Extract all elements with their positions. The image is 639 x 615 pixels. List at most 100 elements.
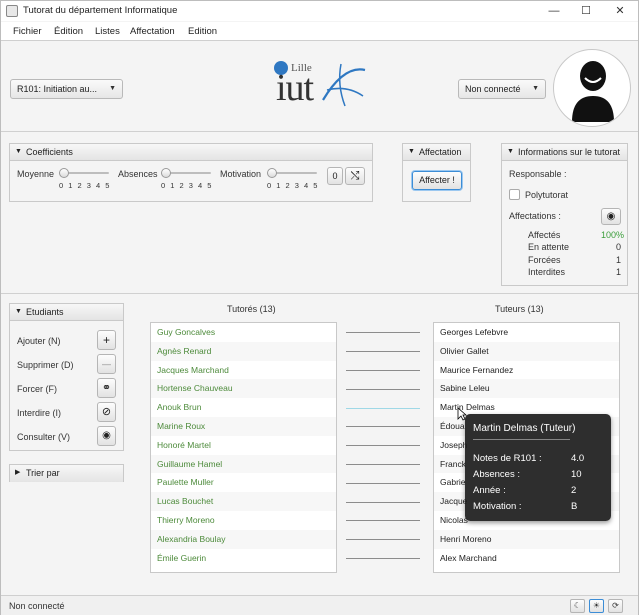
collapse-icon: ▼ bbox=[507, 148, 514, 155]
refresh-icon[interactable]: ⟳ bbox=[608, 599, 623, 613]
coefficients-header[interactable]: ▼ Coefficients bbox=[10, 144, 372, 161]
stat-value-interdites: 1 bbox=[616, 267, 622, 277]
trier-header[interactable]: ▶ Trier par bbox=[10, 465, 123, 482]
tutore-item[interactable]: Hortense Chauveau bbox=[151, 379, 336, 399]
tooltip-value: 2 bbox=[571, 485, 577, 496]
tutore-item[interactable]: Émile Guerin bbox=[151, 549, 336, 568]
assignment-line bbox=[346, 520, 420, 521]
action-label-interdire: Interdire (I) bbox=[17, 408, 62, 418]
chevron-down-icon: ▼ bbox=[109, 85, 116, 92]
status-text: Non connecté bbox=[9, 601, 65, 611]
tutore-item[interactable]: Lucas Bouchet bbox=[151, 492, 336, 511]
menu-affectation[interactable]: Affectation bbox=[130, 26, 175, 37]
trier-panel[interactable]: ▶ Trier par bbox=[9, 464, 124, 482]
eye-icon[interactable]: ◉ bbox=[601, 208, 621, 225]
collapse-icon: ▼ bbox=[15, 148, 22, 155]
maximize-button[interactable]: ☐ bbox=[571, 2, 601, 20]
tutore-item[interactable]: Thierry Moreno bbox=[151, 511, 336, 530]
stat-label-affectes: Affectés bbox=[528, 230, 561, 240]
light-mode-icon[interactable]: ☀ bbox=[589, 599, 604, 613]
tuteur-item[interactable]: Georges Lefebvre bbox=[434, 323, 619, 342]
forbid-icon[interactable]: ⊘ bbox=[97, 402, 116, 422]
shuffle-icon[interactable]: ⤭ bbox=[345, 167, 365, 185]
title-bar: Tutorat du département Informatique — ☐ … bbox=[1, 1, 638, 21]
menu-fichier[interactable]: Fichier bbox=[13, 26, 42, 37]
etudiants-header[interactable]: ▼ Etudiants bbox=[10, 304, 123, 321]
add-icon[interactable]: + bbox=[97, 330, 116, 350]
assignment-line bbox=[346, 483, 420, 484]
tooltip-label: Motivation : bbox=[473, 501, 522, 512]
close-button[interactable]: ✕ bbox=[605, 2, 635, 20]
dark-mode-icon[interactable]: ☾ bbox=[570, 599, 585, 613]
reset-coefficients-button[interactable]: 0 bbox=[327, 167, 343, 185]
connection-select[interactable]: Non connecté ▼ bbox=[458, 79, 546, 99]
tuteurs-header: Tuteurs (13) bbox=[495, 304, 544, 314]
status-bar: Non connecté ☾ ☀ ⟳ bbox=[1, 595, 638, 615]
affectation-header[interactable]: ▼ Affectation bbox=[403, 144, 470, 161]
link-icon[interactable]: ⚭ bbox=[97, 378, 116, 398]
info-header[interactable]: ▼ Informations sur le tutorat bbox=[502, 144, 627, 161]
tutore-item[interactable]: Alexandria Boulay bbox=[151, 529, 336, 549]
menu-edition-2[interactable]: Edition bbox=[188, 26, 217, 37]
tooltip-value: B bbox=[571, 501, 578, 512]
collapse-icon: ▼ bbox=[408, 148, 415, 155]
tooltip-rule: ———————————————— bbox=[473, 436, 570, 443]
assignment-line bbox=[346, 539, 420, 540]
tutore-item[interactable]: Jacques Marchand bbox=[151, 361, 336, 380]
assignment-line bbox=[346, 351, 420, 352]
tuteur-item[interactable]: Olivier Gallet bbox=[434, 341, 619, 361]
collapse-icon: ▼ bbox=[15, 308, 22, 315]
motivation-slider-ticks: 0 1 2 3 4 5 bbox=[267, 181, 319, 190]
tutore-item[interactable]: Agnès Renard bbox=[151, 341, 336, 361]
iut-logo: Lille iut bbox=[271, 56, 371, 116]
slider-label-moyenne: Moyenne bbox=[17, 169, 55, 179]
remove-icon[interactable]: — bbox=[97, 354, 116, 374]
tutore-item[interactable]: Marine Roux bbox=[151, 417, 336, 436]
tooltip-label: Année : bbox=[473, 485, 506, 496]
avatar[interactable] bbox=[553, 49, 631, 127]
logo-swoosh bbox=[322, 63, 366, 107]
responsable-label: Responsable : bbox=[509, 169, 567, 179]
affecter-button[interactable]: Affecter ! bbox=[412, 171, 462, 190]
polytutorat-checkbox[interactable] bbox=[509, 189, 520, 200]
tutores-list[interactable]: Guy Goncalves Agnès Renard Jacques March… bbox=[150, 322, 337, 573]
affectations-label: Affectations : bbox=[509, 211, 561, 221]
resource-select[interactable]: R101: Initiation au... ▼ bbox=[10, 79, 123, 99]
moyenne-slider-thumb[interactable] bbox=[59, 168, 69, 178]
tuteur-item[interactable]: Alex Marchand bbox=[434, 549, 619, 568]
assignment-line bbox=[346, 370, 420, 371]
assignment-line-highlighted bbox=[346, 408, 420, 409]
stat-value-forcees: 1 bbox=[616, 255, 622, 265]
moyenne-slider-ticks: 0 1 2 3 4 5 bbox=[59, 181, 111, 190]
absences-slider-thumb[interactable] bbox=[161, 168, 171, 178]
tuteur-item[interactable]: Sabine Leleu bbox=[434, 379, 619, 399]
tuteur-item[interactable]: Maurice Fernandez bbox=[434, 361, 619, 380]
app-window: Tutorat du département Informatique — ☐ … bbox=[0, 0, 639, 615]
action-label-consulter: Consulter (V) bbox=[17, 432, 71, 442]
motivation-slider-thumb[interactable] bbox=[267, 168, 277, 178]
tutores-header: Tutorés (13) bbox=[227, 304, 276, 314]
user-avatar-icon bbox=[572, 61, 614, 122]
action-label-ajouter: Ajouter (N) bbox=[17, 336, 61, 346]
minimize-button[interactable]: — bbox=[539, 2, 569, 20]
tutore-item[interactable]: Guy Goncalves bbox=[151, 323, 336, 342]
view-icon[interactable]: ◉ bbox=[97, 426, 116, 446]
action-label-forcer: Forcer (F) bbox=[17, 384, 57, 394]
tutore-item[interactable]: Paulette Muller bbox=[151, 473, 336, 492]
tutore-item[interactable]: Anouk Brun bbox=[151, 398, 336, 417]
stat-label-interdites: Interdites bbox=[528, 267, 566, 277]
assignment-line bbox=[346, 389, 420, 390]
expand-icon: ▶ bbox=[15, 469, 21, 476]
stat-label-forcees: Forcées bbox=[528, 255, 561, 265]
menu-listes[interactable]: Listes bbox=[95, 26, 120, 37]
coefficients-title: Coefficients bbox=[26, 147, 73, 157]
tutore-item[interactable]: Honoré Martel bbox=[151, 436, 336, 455]
tutore-item[interactable]: Guillaume Hamel bbox=[151, 454, 336, 474]
menu-edition-1[interactable]: Édition bbox=[54, 26, 83, 37]
tooltip-title: Martin Delmas (Tuteur) bbox=[473, 423, 576, 434]
stat-label-attente: En attente bbox=[528, 242, 570, 252]
assignment-line bbox=[346, 464, 420, 465]
tuteur-item[interactable]: Henri Moreno bbox=[434, 529, 619, 549]
main-separator bbox=[1, 293, 638, 294]
info-title: Informations sur le tutorat bbox=[518, 147, 621, 157]
